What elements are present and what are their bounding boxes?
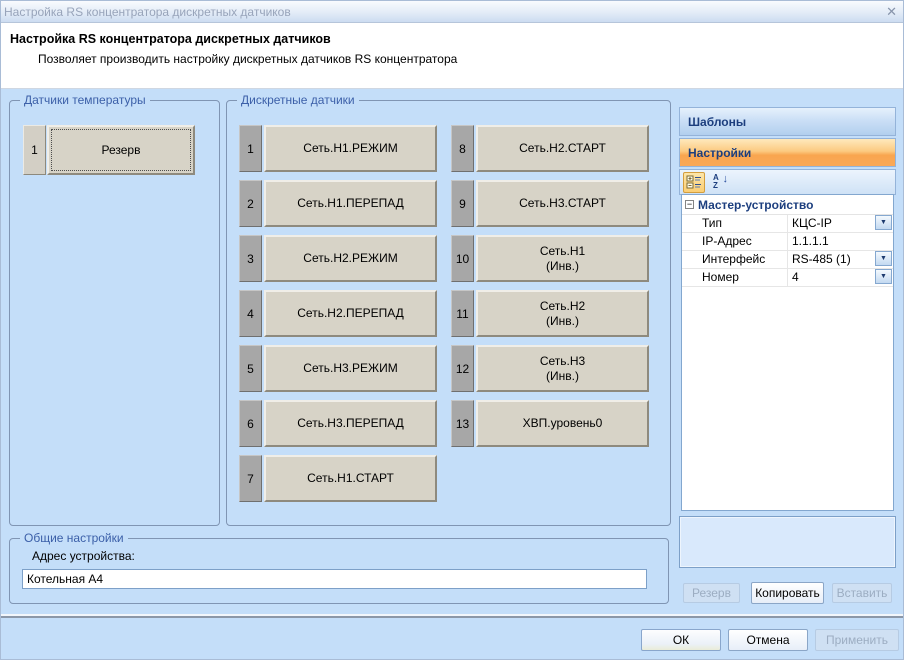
copy-button[interactable]: Копировать [751, 582, 824, 604]
property-grid: − Мастер-устройство Тип КЦС-IP ▼ IP-Адре… [681, 194, 894, 511]
property-name: Тип [702, 216, 722, 230]
sensor-number: 6 [239, 400, 262, 447]
sensor-button-13[interactable]: ХВП.уровень0 [476, 400, 649, 447]
sensor-number: 10 [451, 235, 474, 282]
collapse-icon[interactable]: − [685, 200, 694, 209]
property-value[interactable]: КЦС-IP [792, 216, 832, 230]
sensor-button-9[interactable]: Сеть.Н3.СТАРТ [476, 180, 649, 227]
property-description-box [679, 516, 896, 568]
property-value[interactable]: RS-485 (1) [792, 252, 851, 266]
settings-panel-header[interactable]: Настройки [679, 138, 896, 167]
sensor-button-3[interactable]: Сеть.Н2.РЕЖИМ [264, 235, 437, 282]
sensor-button-2[interactable]: Сеть.Н1.ПЕРЕПАД [264, 180, 437, 227]
sensor-button-7[interactable]: Сеть.Н1.СТАРТ [264, 455, 437, 502]
sensor-number: 2 [239, 180, 262, 227]
sensor-button-12[interactable]: Сеть.Н3 (Инв.) [476, 345, 649, 392]
device-address-label: Адрес устройства: [32, 549, 135, 563]
temp-sensor-number: 1 [23, 125, 46, 175]
dropdown-button[interactable]: ▼ [875, 215, 892, 230]
page-subtitle: Позволяет производить настройку дискретн… [38, 52, 457, 66]
property-name: Номер [702, 270, 739, 284]
dialog-window: Настройка RS концентратора дискретных да… [0, 0, 904, 660]
sensor-number: 12 [451, 345, 474, 392]
window-title: Настройка RS концентратора дискретных да… [4, 5, 291, 19]
cancel-button[interactable]: Отмена [728, 629, 808, 651]
sensor-number: 4 [239, 290, 262, 337]
categorized-view-button[interactable] [683, 172, 705, 193]
property-category-label: Мастер-устройство [698, 198, 813, 212]
templates-header-label: Шаблоны [688, 115, 746, 129]
sensor-button-1[interactable]: Сеть.Н1.РЕЖИМ [264, 125, 437, 172]
chevron-down-icon: ▼ [880, 219, 887, 226]
property-name: IP-Адрес [702, 234, 752, 248]
chevron-down-icon: ▼ [880, 273, 887, 280]
sensor-number: 7 [239, 455, 262, 502]
general-settings-group: Общие настройки Адрес устройства: [9, 538, 669, 604]
property-value[interactable]: 1.1.1.1 [792, 234, 829, 248]
temperature-group-title: Датчики температуры [20, 93, 150, 107]
property-value[interactable]: 4 [792, 270, 799, 284]
settings-header-label: Настройки [688, 146, 751, 160]
sensor-button-6[interactable]: Сеть.Н3.ПЕРЕПАД [264, 400, 437, 447]
temp-sensor-button-1[interactable]: Резерв [47, 125, 195, 175]
dropdown-button[interactable]: ▼ [875, 269, 892, 284]
sensor-button-4[interactable]: Сеть.Н2.ПЕРЕПАД [264, 290, 437, 337]
reserve-button[interactable]: Резерв [683, 583, 740, 603]
property-row-interface: Интерфейс RS-485 (1) ▼ [682, 251, 893, 269]
property-category-row: − Мастер-устройство [682, 195, 893, 215]
sensor-button-5[interactable]: Сеть.Н3.РЕЖИМ [264, 345, 437, 392]
property-grid-toolbar: A Z ↓ [679, 169, 896, 195]
chevron-down-icon: ▼ [880, 255, 887, 262]
sensor-number: 1 [239, 125, 262, 172]
sensor-number: 13 [451, 400, 474, 447]
property-row-type: Тип КЦС-IP ▼ [682, 215, 893, 233]
page-title: Настройка RS концентратора дискретных да… [10, 32, 331, 46]
device-address-input[interactable] [22, 569, 647, 589]
ok-button[interactable]: ОК [641, 629, 721, 651]
dropdown-button[interactable]: ▼ [875, 251, 892, 266]
categorized-icon [686, 174, 702, 190]
sensor-number: 11 [451, 290, 474, 337]
sort-alphabetical-button[interactable]: A Z ↓ [709, 172, 731, 193]
close-icon[interactable]: ✕ [886, 4, 897, 20]
sensor-number: 3 [239, 235, 262, 282]
paste-button[interactable]: Вставить [832, 583, 892, 603]
property-row-number: Номер 4 ▼ [682, 269, 893, 287]
sensor-number: 5 [239, 345, 262, 392]
dialog-header: Настройка RS концентратора дискретных да… [1, 23, 904, 89]
sort-az-icon: A Z ↓ [712, 174, 728, 190]
discrete-group-title: Дискретные датчики [237, 93, 359, 107]
general-group-title: Общие настройки [20, 531, 128, 545]
sensor-button-11[interactable]: Сеть.Н2 (Инв.) [476, 290, 649, 337]
templates-panel-header[interactable]: Шаблоны [679, 107, 896, 136]
sensor-number: 9 [451, 180, 474, 227]
title-bar: Настройка RS концентратора дискретных да… [1, 1, 904, 23]
property-row-ip: IP-Адрес 1.1.1.1 [682, 233, 893, 251]
sensor-number: 8 [451, 125, 474, 172]
sensor-button-10[interactable]: Сеть.Н1 (Инв.) [476, 235, 649, 282]
apply-button[interactable]: Применить [815, 629, 899, 651]
property-name: Интерфейс [702, 252, 765, 266]
sensor-button-8[interactable]: Сеть.Н2.СТАРТ [476, 125, 649, 172]
